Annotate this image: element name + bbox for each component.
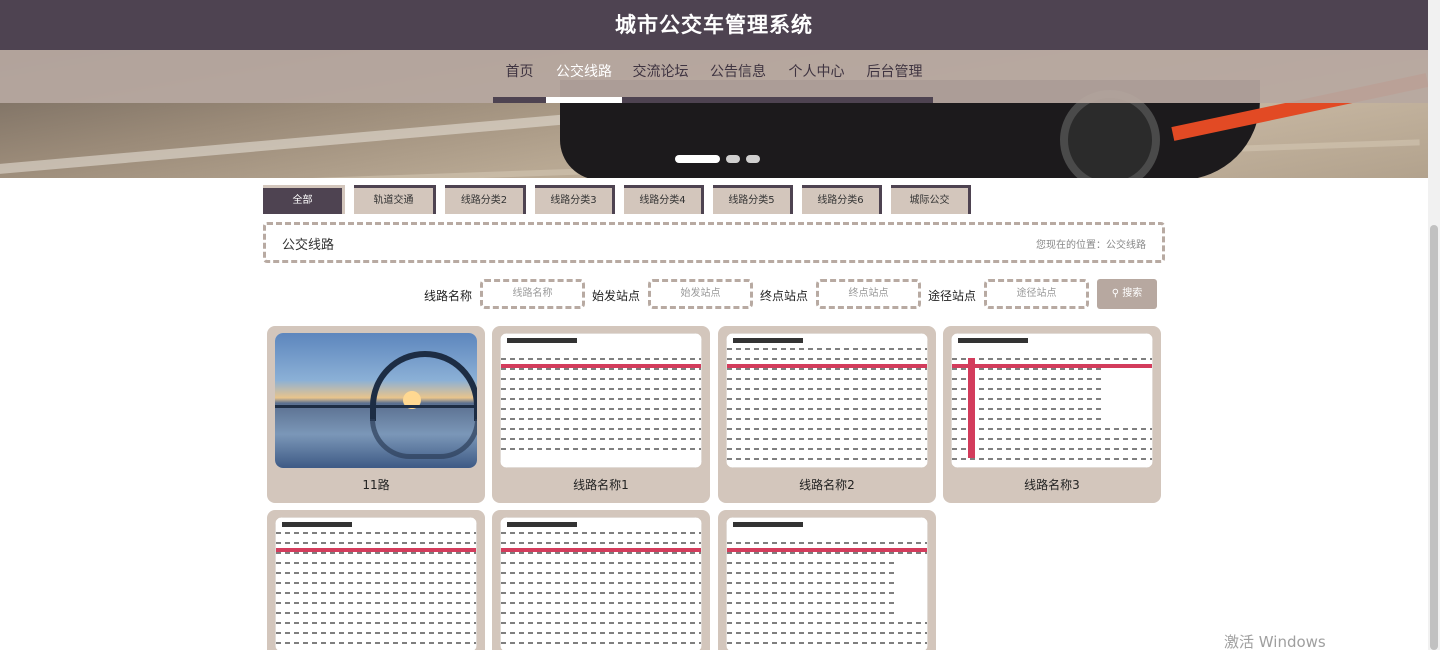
page-title: 公交线路 — [282, 238, 335, 253]
carousel-dot-3[interactable] — [746, 155, 760, 163]
search-icon: ⚲ — [1111, 288, 1120, 299]
route-name-label: 线路名称 — [424, 289, 473, 303]
nav-forum[interactable]: 交流论坛 — [622, 50, 699, 103]
site-title: 城市公交车管理系统 — [615, 13, 813, 37]
route-name-input[interactable]: 线路名称 — [480, 279, 585, 309]
route-name: 线路名称2 — [799, 478, 855, 492]
route-card[interactable]: 线路名称3 — [943, 326, 1161, 503]
nav-bus-routes-label: 公交线路 — [556, 64, 612, 80]
tab-route-category-4[interactable]: 线路分类4 — [624, 185, 704, 214]
route-name: 线路名称1 — [573, 478, 629, 492]
route-schedule-image — [951, 333, 1153, 468]
tab-all[interactable]: 全部 — [263, 185, 345, 214]
tab-route-category-5[interactable]: 线路分类5 — [713, 185, 793, 214]
route-card[interactable]: 线路名称1 — [492, 326, 710, 503]
route-schedule-image — [500, 517, 702, 650]
nav-personal-center-label: 个人中心 — [788, 64, 845, 80]
route-card[interactable] — [718, 510, 936, 650]
route-card[interactable]: 11路 — [267, 326, 485, 503]
route-schedule-image — [726, 517, 928, 650]
carousel-dot-2[interactable] — [726, 155, 740, 163]
end-station-label: 终点站点 — [760, 289, 809, 303]
tab-rail-transit[interactable]: 轨道交通 — [354, 185, 436, 214]
tab-intercity-bus[interactable]: 城际公交 — [891, 185, 971, 214]
breadcrumb: 公交线路 您现在的位置：公交线路 — [263, 222, 1165, 263]
route-schedule-image — [500, 333, 702, 468]
nav-underline — [699, 97, 777, 103]
nav-personal-center[interactable]: 个人中心 — [777, 50, 856, 103]
via-station-input[interactable]: 途径站点 — [984, 279, 1089, 309]
nav-underline-active — [546, 97, 622, 103]
route-card[interactable] — [267, 510, 485, 650]
nav-home[interactable]: 首页 — [493, 50, 546, 103]
search-button-label: 搜索 — [1122, 288, 1143, 299]
nav-underline — [493, 97, 546, 103]
route-schedule-image — [726, 333, 928, 468]
category-tabs: 全部 轨道交通 线路分类2 线路分类3 线路分类4 线路分类5 线路分类6 城际… — [263, 185, 971, 214]
end-station-input[interactable]: 终点站点 — [816, 279, 921, 309]
current-location: 您现在的位置：公交线路 — [1036, 240, 1146, 251]
nav-announcements[interactable]: 公告信息 — [699, 50, 777, 103]
carousel-indicators — [675, 155, 760, 163]
search-form: 线路名称 线路名称 始发站点 始发站点 终点站点 终点站点 途径站点 途径站点 … — [0, 279, 1440, 311]
search-button[interactable]: ⚲ 搜索 — [1097, 279, 1157, 309]
nav-admin-label: 后台管理 — [866, 64, 923, 80]
tab-route-category-3[interactable]: 线路分类3 — [535, 185, 615, 214]
route-name: 线路名称3 — [1024, 478, 1080, 492]
nav-underline — [622, 97, 699, 103]
nav-announcements-label: 公告信息 — [710, 64, 766, 80]
windows-activation-watermark: 激活 Windows — [1224, 633, 1326, 650]
main-nav: 首页 公交线路 交流论坛 公告信息 个人中心 后台管理 — [0, 50, 1428, 103]
carousel-dot-1[interactable] — [675, 155, 720, 163]
nav-bus-routes[interactable]: 公交线路 — [546, 50, 622, 103]
scrollbar-thumb[interactable] — [1430, 225, 1438, 650]
via-station-label: 途径站点 — [928, 289, 977, 303]
start-station-label: 始发站点 — [592, 289, 641, 303]
page-scrollbar[interactable] — [1428, 0, 1440, 650]
route-card[interactable]: 线路名称2 — [718, 326, 936, 503]
route-image — [275, 333, 477, 468]
start-station-input[interactable]: 始发站点 — [648, 279, 753, 309]
nav-home-label: 首页 — [505, 64, 534, 80]
tab-route-category-6[interactable]: 线路分类6 — [802, 185, 882, 214]
nav-forum-label: 交流论坛 — [632, 64, 689, 80]
nav-admin[interactable]: 后台管理 — [856, 50, 933, 103]
tab-route-category-2[interactable]: 线路分类2 — [445, 185, 526, 214]
route-schedule-image — [275, 517, 477, 650]
nav-underline — [777, 97, 856, 103]
nav-underline — [856, 97, 933, 103]
route-name: 11路 — [362, 478, 390, 492]
app-header: 城市公交车管理系统 — [0, 0, 1428, 50]
route-card[interactable] — [492, 510, 710, 650]
